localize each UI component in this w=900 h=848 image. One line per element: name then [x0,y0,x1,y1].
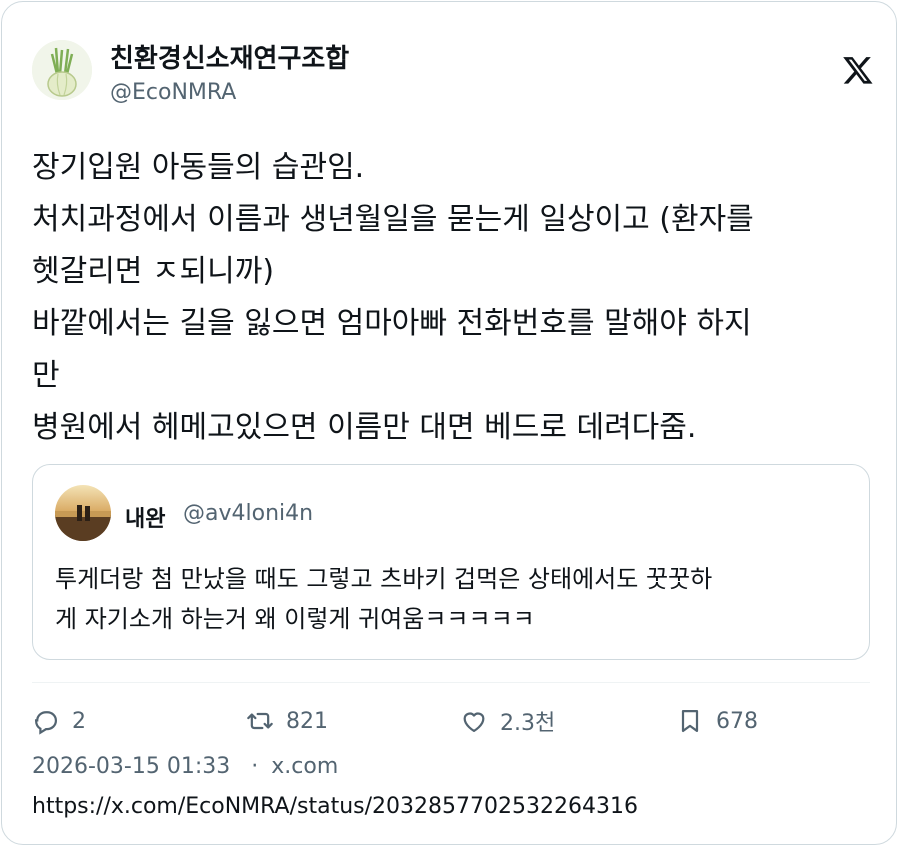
reply-button[interactable]: 2 [32,705,86,737]
quote-author-handle[interactable]: @av4loni4n [183,501,313,526]
tweet-text: 장기입원 아동들의 습관임. 처치과정에서 이름과 생년월일을 묻는게 일상이고… [32,142,877,454]
quote-author-avatar[interactable] [55,485,111,541]
tweet-url[interactable]: https://x.com/EcoNMRA/status/20328577025… [32,794,638,819]
reply-count: 2 [72,708,86,734]
quote-author-name[interactable]: 내완 [125,501,165,533]
divider [32,682,870,683]
tweet-line: 바깥에서는 길을 잃으면 엄마아빠 전화번호를 말해야 하지 [32,306,752,341]
timestamp[interactable]: 2026-03-15 01:33 [32,754,230,779]
author-handle[interactable]: @EcoNMRA [110,80,236,105]
author-avatar[interactable] [32,40,92,100]
like-button[interactable]: 2.3천 [460,705,555,737]
tweet-card: 친환경신소재연구조합 @EcoNMRA 장기입원 아동들의 습관임. 처치과정에… [1,1,897,845]
quote-line: 게 자기소개 하는거 왜 이렇게 귀여움ㅋㅋㅋㅋㅋ [55,605,535,633]
author-display-name[interactable]: 친환경신소재연구조합 [110,38,349,75]
tweet-line: 만 [32,358,60,393]
tweet-line: 처치과정에서 이름과 생년월일을 묻는게 일상이고 (환자를 [32,202,754,237]
quote-text: 투게더랑 첨 만났을 때도 그렇고 츠바키 겁먹은 상태에서도 꿋꿋하 게 자기… [55,559,850,639]
site-link[interactable]: x.com [271,754,338,779]
fennel-avatar [32,40,92,100]
bookmark-count: 678 [716,708,758,734]
reply-icon [34,711,58,735]
tweet-line: 장기입원 아동들의 습관임. [32,150,365,185]
quoted-tweet[interactable]: 내완 @av4loni4n 투게더랑 첨 만났을 때도 그렇고 츠바키 겁먹은 … [32,464,870,660]
retweet-count: 821 [286,708,328,734]
retweet-icon [247,712,273,730]
tweet-line: 헷갈리면 ㅈ되니까) [32,254,275,289]
bookmark-button[interactable]: 678 [676,705,758,737]
heart-icon [463,712,485,733]
tweet-meta: 2026-03-15 01:33 · x.com [32,754,338,779]
bookmark-icon [681,709,699,733]
meta-separator: · [251,754,259,779]
quote-line: 투게더랑 첨 만났을 때도 그렇고 츠바키 겁먹은 상태에서도 꿋꿋하 [55,565,713,593]
x-logo-icon[interactable] [842,54,874,86]
retweet-button[interactable]: 821 [246,705,328,737]
tweet-line: 병원에서 헤메고있으면 이름만 대면 베드로 데려다줌. [32,410,697,445]
like-count: 2.3천 [500,711,556,736]
